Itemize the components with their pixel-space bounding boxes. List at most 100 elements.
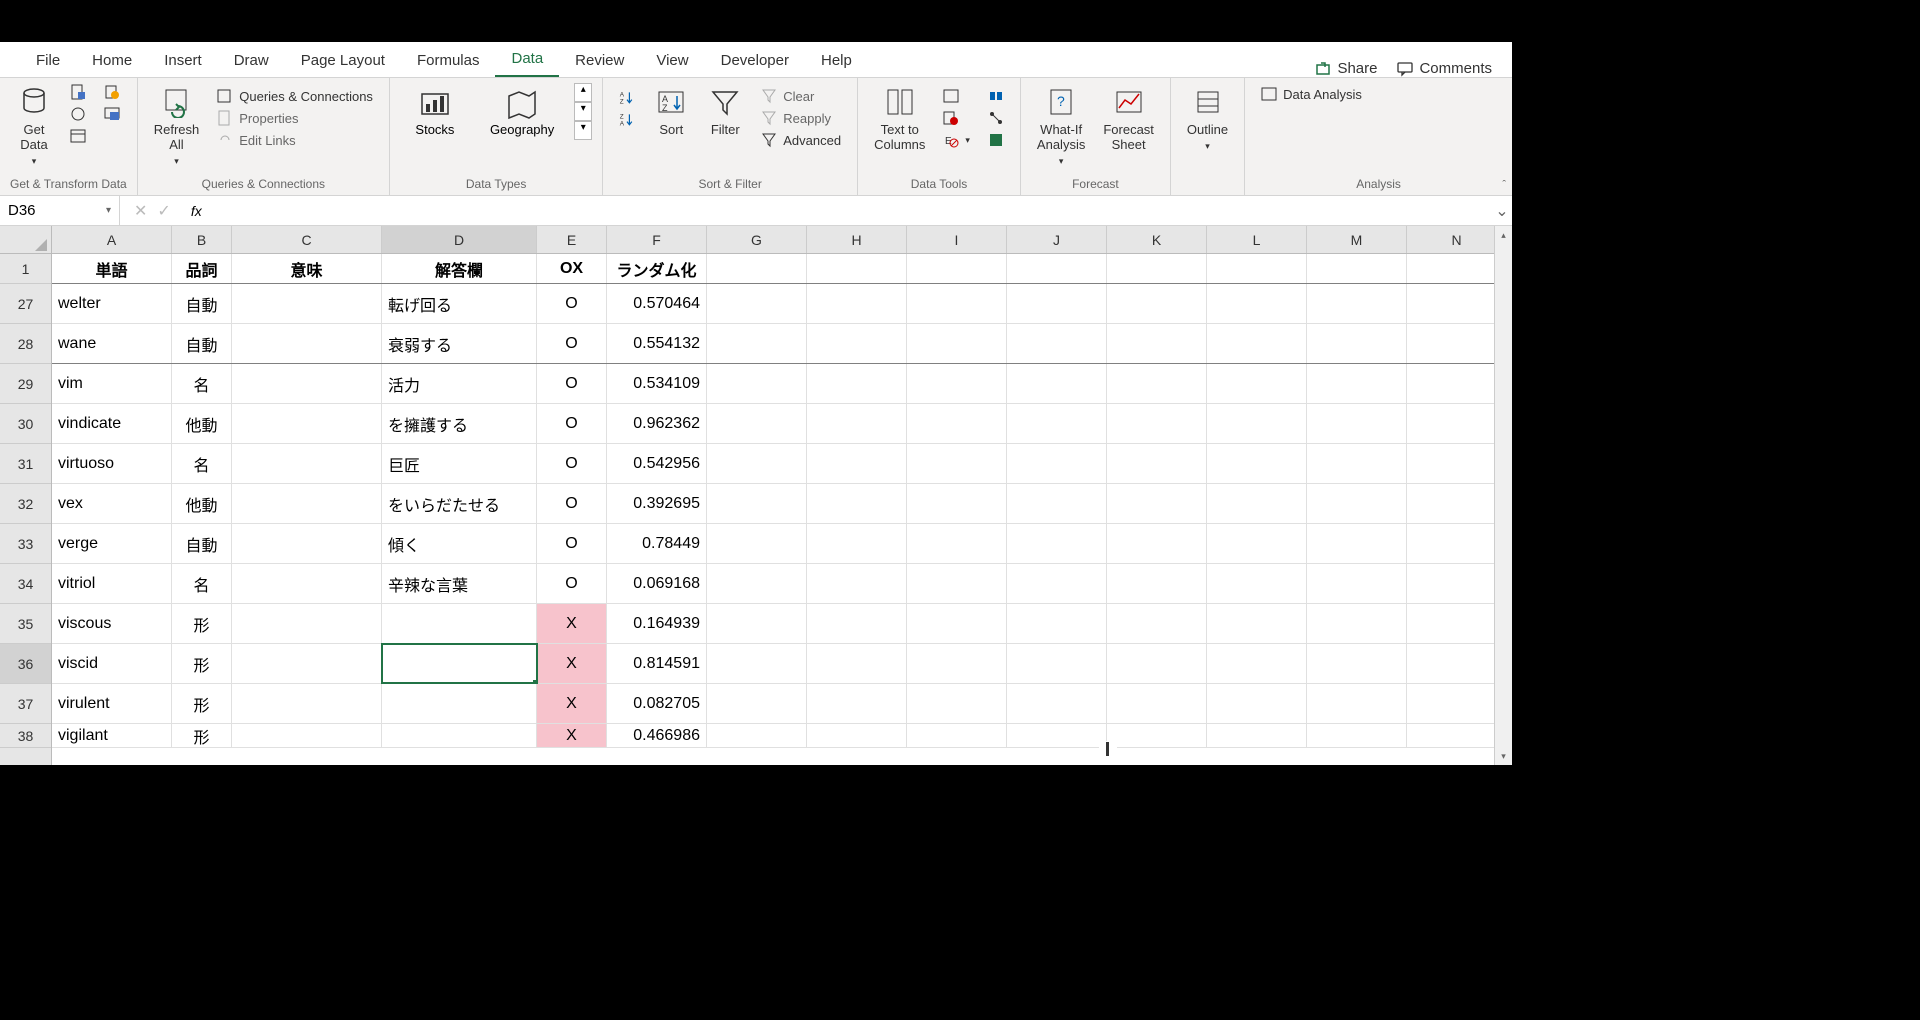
cell-A1[interactable]: 単語 — [52, 254, 172, 283]
cell-E31[interactable]: O — [537, 444, 607, 483]
cell-J1[interactable] — [1007, 254, 1107, 283]
cell-H31[interactable] — [807, 444, 907, 483]
expand-formula-bar-icon[interactable]: ⌄ — [1492, 201, 1512, 221]
data-analysis-button[interactable]: Data Analysis — [1255, 82, 1368, 104]
cell-I27[interactable] — [907, 284, 1007, 323]
cell-K32[interactable] — [1107, 484, 1207, 523]
cell-G37[interactable] — [707, 684, 807, 723]
cell-F34[interactable]: 0.069168 — [607, 564, 707, 603]
cell-F29[interactable]: 0.534109 — [607, 364, 707, 403]
cell-I33[interactable] — [907, 524, 1007, 563]
row-header-32[interactable]: 32 — [0, 484, 51, 524]
from-table-button[interactable] — [64, 126, 92, 146]
column-header-C[interactable]: C — [232, 226, 382, 253]
cell-A30[interactable]: vindicate — [52, 404, 172, 443]
cell-C29[interactable] — [232, 364, 382, 403]
cell-K37[interactable] — [1107, 684, 1207, 723]
cell-A36[interactable]: viscid — [52, 644, 172, 683]
cell-B33[interactable]: 自動 — [172, 524, 232, 563]
cell-L36[interactable] — [1207, 644, 1307, 683]
cell-M27[interactable] — [1307, 284, 1407, 323]
cell-L33[interactable] — [1207, 524, 1307, 563]
cell-F33[interactable]: 0.78449 — [607, 524, 707, 563]
column-header-G[interactable]: G — [707, 226, 807, 253]
cell-D34[interactable]: 辛辣な言葉 — [382, 564, 537, 603]
tab-draw[interactable]: Draw — [218, 44, 285, 77]
cell-H30[interactable] — [807, 404, 907, 443]
column-header-M[interactable]: M — [1307, 226, 1407, 253]
cell-D35[interactable] — [382, 604, 537, 643]
tab-view[interactable]: View — [640, 44, 704, 77]
cell-J27[interactable] — [1007, 284, 1107, 323]
fx-icon[interactable]: fx — [185, 203, 208, 219]
cell-B38[interactable]: 形 — [172, 724, 232, 747]
cell-H29[interactable] — [807, 364, 907, 403]
cell-G36[interactable] — [707, 644, 807, 683]
cell-K27[interactable] — [1107, 284, 1207, 323]
relationships-button[interactable] — [982, 108, 1010, 128]
cell-C27[interactable] — [232, 284, 382, 323]
cell-G38[interactable] — [707, 724, 807, 747]
cell-F37[interactable]: 0.082705 — [607, 684, 707, 723]
cell-C1[interactable]: 意味 — [232, 254, 382, 283]
cell-G28[interactable] — [707, 324, 807, 363]
cell-M37[interactable] — [1307, 684, 1407, 723]
cell-H37[interactable] — [807, 684, 907, 723]
row-header-36[interactable]: 36 — [0, 644, 51, 684]
cell-I28[interactable] — [907, 324, 1007, 363]
cell-N28[interactable] — [1407, 324, 1507, 363]
cell-E35[interactable]: X — [537, 604, 607, 643]
cell-A35[interactable]: viscous — [52, 604, 172, 643]
sort-za-button[interactable]: ZA — [613, 110, 641, 130]
cell-H28[interactable] — [807, 324, 907, 363]
column-header-B[interactable]: B — [172, 226, 232, 253]
name-box[interactable]: D36 ▾ — [0, 196, 120, 225]
cell-A34[interactable]: vitriol — [52, 564, 172, 603]
row-header-30[interactable]: 30 — [0, 404, 51, 444]
cell-F30[interactable]: 0.962362 — [607, 404, 707, 443]
refresh-all-button[interactable]: Refresh All ▾ — [148, 82, 206, 171]
cancel-formula-icon[interactable]: ✕ — [134, 201, 147, 221]
cell-K33[interactable] — [1107, 524, 1207, 563]
cell-J33[interactable] — [1007, 524, 1107, 563]
scroll-down-icon[interactable]: ▾ — [574, 102, 592, 121]
manage-data-model-button[interactable] — [982, 130, 1010, 150]
cell-A31[interactable]: virtuoso — [52, 444, 172, 483]
properties-button[interactable]: Properties — [211, 108, 379, 128]
cell-M32[interactable] — [1307, 484, 1407, 523]
cell-N1[interactable] — [1407, 254, 1507, 283]
cell-L38[interactable] — [1207, 724, 1307, 747]
cell-B34[interactable]: 名 — [172, 564, 232, 603]
cell-K28[interactable] — [1107, 324, 1207, 363]
remove-duplicates-button[interactable] — [937, 108, 976, 128]
cell-C37[interactable] — [232, 684, 382, 723]
cell-J36[interactable] — [1007, 644, 1107, 683]
column-header-E[interactable]: E — [537, 226, 607, 253]
name-box-dropdown-icon[interactable]: ▾ — [106, 205, 111, 216]
cell-L34[interactable] — [1207, 564, 1307, 603]
scroll-more-icon[interactable]: ▾ — [574, 121, 592, 140]
column-header-J[interactable]: J — [1007, 226, 1107, 253]
cell-M38[interactable] — [1307, 724, 1407, 747]
cell-F31[interactable]: 0.542956 — [607, 444, 707, 483]
row-header-27[interactable]: 27 — [0, 284, 51, 324]
cell-J38[interactable] — [1007, 724, 1107, 747]
cell-A27[interactable]: welter — [52, 284, 172, 323]
cell-C36[interactable] — [232, 644, 382, 683]
cell-E32[interactable]: O — [537, 484, 607, 523]
cell-B36[interactable]: 形 — [172, 644, 232, 683]
column-header-H[interactable]: H — [807, 226, 907, 253]
filter-button[interactable]: Filter — [701, 82, 749, 141]
cell-B29[interactable]: 名 — [172, 364, 232, 403]
cell-D36[interactable] — [382, 644, 537, 683]
cell-E34[interactable]: O — [537, 564, 607, 603]
cell-K35[interactable] — [1107, 604, 1207, 643]
cell-J30[interactable] — [1007, 404, 1107, 443]
sort-button[interactable]: AZ Sort — [647, 82, 695, 141]
scroll-up-icon[interactable]: ▴ — [1495, 226, 1512, 244]
cell-M28[interactable] — [1307, 324, 1407, 363]
cell-N30[interactable] — [1407, 404, 1507, 443]
cell-K34[interactable] — [1107, 564, 1207, 603]
get-data-button[interactable]: Get Data ▾ — [10, 82, 58, 171]
cell-B30[interactable]: 他動 — [172, 404, 232, 443]
